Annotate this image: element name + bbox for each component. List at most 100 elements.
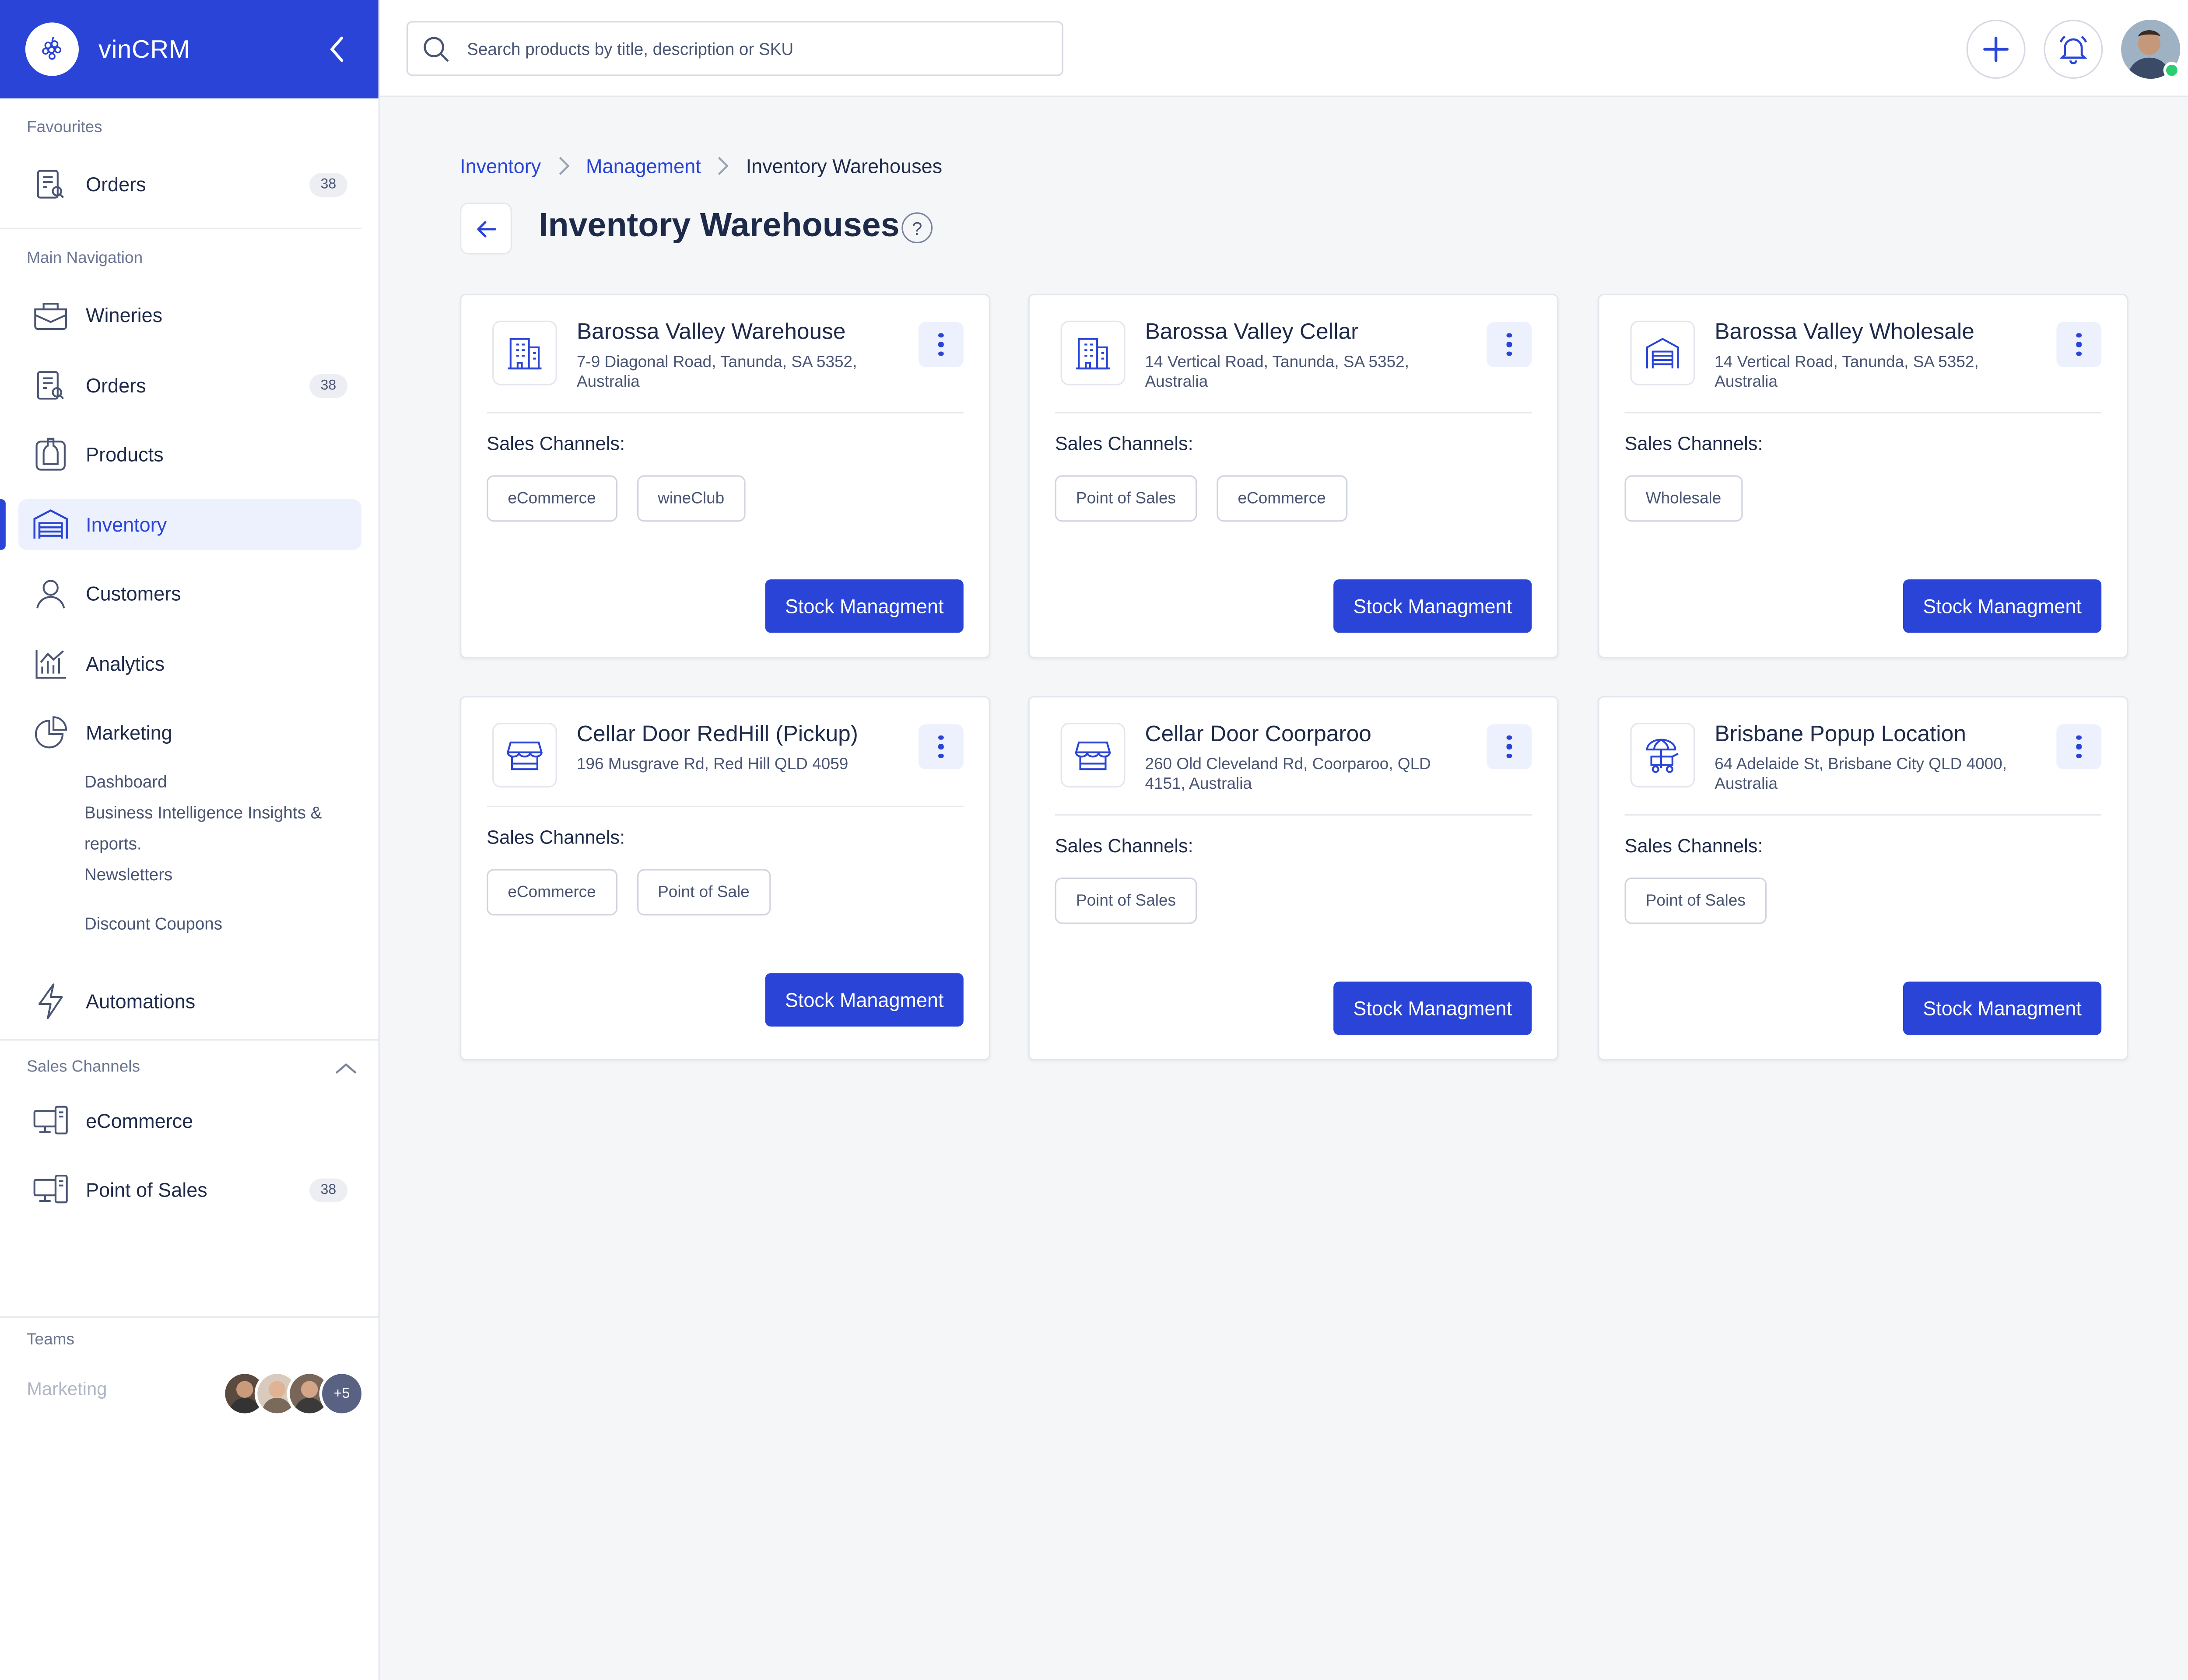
sales-channel-chip[interactable]: Wholesale: [1624, 475, 1743, 522]
kebab-menu-icon: [1507, 735, 1512, 759]
search-input[interactable]: [467, 38, 1030, 59]
card-divider: [487, 412, 964, 414]
warehouse-address: 14 Vertical Road, Tanunda, SA 5352, Aust…: [1145, 354, 1409, 391]
storefront-icon: [492, 723, 557, 788]
card-divider: [1624, 814, 2102, 816]
team-more-count[interactable]: +5: [319, 1371, 365, 1416]
devices-icon: [32, 1102, 69, 1139]
sales-channel-chips: Point of Sales eCommerce: [1055, 475, 1347, 522]
add-button[interactable]: [1966, 20, 2026, 79]
breadcrumb-management[interactable]: Management: [586, 155, 701, 177]
warehouse-card: Cellar Door Coorparoo 260 Old Cleveland …: [1028, 696, 1559, 1060]
warehouse-name[interactable]: Barossa Valley Wholesale: [1715, 321, 1974, 346]
bottle-icon: [32, 436, 69, 472]
grape-logo-icon[interactable]: [25, 22, 79, 76]
sidebar-item-point-of-sales[interactable]: Point of Sales 38: [18, 1164, 361, 1215]
more-options-button[interactable]: [918, 322, 964, 367]
stock-management-button[interactable]: Stock Managment: [1333, 579, 1532, 633]
submenu-item-newsletters[interactable]: Newsletters: [0, 859, 361, 890]
more-options-button[interactable]: [2056, 724, 2102, 770]
breadcrumb: Inventory Management Inventory Warehouse…: [460, 155, 942, 177]
submenu-item-dashboard[interactable]: Dashboard: [0, 766, 361, 798]
sidebar-item-customers[interactable]: Customers: [18, 568, 361, 619]
sidebar-item-products[interactable]: Products: [18, 429, 361, 480]
chart-icon: [32, 645, 69, 682]
back-button[interactable]: [460, 202, 512, 255]
sales-channel-chip[interactable]: Point of Sales: [1055, 877, 1197, 924]
sidebar-item-marketing[interactable]: Marketing: [18, 707, 361, 758]
breadcrumb-inventory[interactable]: Inventory: [460, 155, 541, 177]
sales-channel-chip[interactable]: Point of Sales: [1055, 475, 1197, 522]
warehouse-icon: [32, 506, 69, 543]
stock-management-button[interactable]: Stock Managment: [1903, 981, 2102, 1035]
help-button[interactable]: ?: [901, 212, 933, 244]
warehouse-card: Barossa Valley Wholesale 14 Vertical Roa…: [1598, 294, 2128, 658]
sales-channels-heading: Sales Channels:: [1624, 835, 1763, 857]
stock-management-button[interactable]: Stock Managment: [1903, 579, 2102, 633]
submenu-item-bi-insights-cont[interactable]: reports.: [0, 828, 361, 859]
more-options-button[interactable]: [1487, 322, 1532, 367]
notifications-button[interactable]: [2044, 20, 2103, 79]
sales-channels-collapse-button[interactable]: [333, 1059, 359, 1078]
card-divider: [1055, 814, 1532, 816]
sidebar-item-label: Inventory: [86, 513, 167, 536]
sidebar-item-analytics[interactable]: Analytics: [18, 638, 361, 689]
search-box[interactable]: [406, 21, 1064, 76]
warehouse-address: 260 Old Cleveland Rd, Coorparoo, QLD 415…: [1145, 756, 1431, 793]
sidebar-item-automations[interactable]: Automations: [18, 976, 361, 1027]
sales-channel-chip[interactable]: Point of Sales: [1624, 877, 1767, 924]
stock-management-button[interactable]: Stock Managment: [765, 579, 964, 633]
card-divider: [1055, 412, 1532, 414]
sidebar-item-inventory[interactable]: Inventory: [0, 499, 362, 550]
divider: [0, 228, 362, 229]
team-name[interactable]: Marketing: [27, 1378, 107, 1399]
sales-channel-chip[interactable]: Point of Sale: [636, 869, 771, 916]
sidebar-item-label: Automations: [86, 990, 196, 1013]
warehouse-address: 14 Vertical Road, Tanunda, SA 5352, Aust…: [1715, 354, 1979, 391]
sidebar-item-orders[interactable]: Orders 38: [18, 360, 361, 411]
favourites-label: Favourites: [27, 119, 102, 136]
sales-channels-heading: Sales Channels:: [1624, 433, 1763, 455]
sales-channel-chip[interactable]: eCommerce: [487, 475, 617, 522]
sidebar-item-wineries[interactable]: Wineries: [18, 290, 361, 340]
sidebar-item-ecommerce[interactable]: eCommerce: [18, 1096, 361, 1146]
sidebar-item-label: Customers: [86, 582, 181, 605]
sidebar-item-fav-orders[interactable]: Orders 38: [18, 159, 361, 210]
submenu-item-bi-insights[interactable]: Business Intelligence Insights &: [0, 798, 361, 829]
warehouse-name[interactable]: Barossa Valley Warehouse: [577, 321, 846, 346]
more-options-button[interactable]: [1487, 724, 1532, 770]
warehouse-name[interactable]: Brisbane Popup Location: [1715, 723, 1966, 748]
sales-channel-chip[interactable]: eCommerce: [1217, 475, 1347, 522]
sidebar-item-label: Point of Sales: [86, 1178, 207, 1201]
warehouse-name[interactable]: Barossa Valley Cellar: [1145, 321, 1358, 346]
warehouse-address: 7-9 Diagonal Road, Tanunda, SA 5352, Aus…: [576, 354, 857, 391]
clipboard-search-icon: [32, 367, 69, 404]
more-options-button[interactable]: [2056, 322, 2102, 367]
building-icon: [492, 320, 557, 385]
warehouse-name[interactable]: Cellar Door RedHill (Pickup): [577, 723, 858, 748]
stock-management-button[interactable]: Stock Managment: [1333, 981, 1532, 1035]
storefront-icon: [1060, 723, 1126, 788]
sidebar-item-label: eCommerce: [86, 1110, 193, 1132]
chevron-right-icon: [716, 155, 730, 177]
teams-label: Teams: [27, 1331, 74, 1349]
stock-management-button[interactable]: Stock Managment: [765, 973, 964, 1027]
kebab-menu-icon: [2076, 332, 2082, 357]
sales-channel-chip[interactable]: wineClub: [636, 475, 746, 522]
collapse-sidebar-button[interactable]: [322, 34, 353, 65]
pie-chart-icon: [32, 714, 69, 751]
sales-channel-chip[interactable]: eCommerce: [487, 869, 617, 916]
online-status-dot: [2163, 62, 2181, 79]
warehouse-address: 64 Adelaide St, Brisbane City QLD 4000, …: [1715, 756, 2007, 793]
marketing-submenu: Dashboard Business Intelligence Insights…: [0, 766, 361, 939]
team-avatars[interactable]: +5: [222, 1371, 365, 1416]
top-bar: [379, 0, 2188, 97]
sales-channel-chips: Wholesale: [1624, 475, 1743, 522]
warehouse-name[interactable]: Cellar Door Coorparoo: [1145, 723, 1371, 748]
submenu-item-discount-coupons[interactable]: Discount Coupons: [0, 908, 361, 939]
more-options-button[interactable]: [918, 724, 964, 770]
arrow-left-icon: [476, 220, 496, 237]
sidebar: vinCRM Favourites Orders 38 Main Navigat…: [0, 0, 380, 1680]
chevron-up-icon: [335, 1063, 357, 1074]
active-indicator: [0, 499, 6, 550]
